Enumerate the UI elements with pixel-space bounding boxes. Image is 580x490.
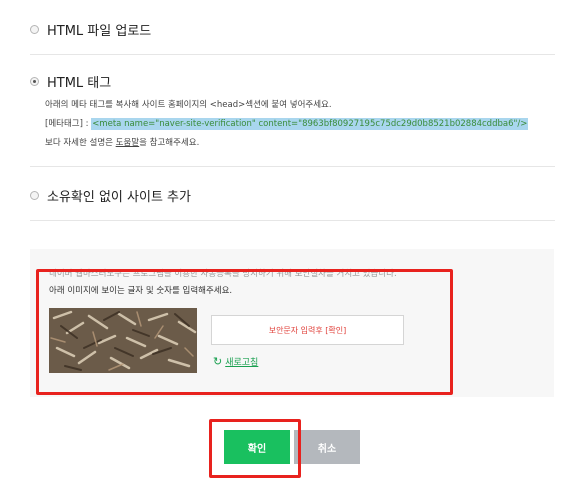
cancel-button[interactable]: 취소 [294, 430, 360, 464]
meta-tag-line: [메타태그] : <meta name="naver-site-verifica… [45, 117, 529, 130]
divider [30, 166, 555, 167]
radio-html-file-upload[interactable] [30, 25, 39, 34]
option-html-tag-label: HTML 태그 [47, 76, 112, 91]
divider [30, 54, 555, 55]
meta-tag-label: [메타태그] : [45, 119, 92, 129]
radio-html-tag[interactable] [30, 77, 39, 86]
option-add-without-ownership[interactable]: 소유확인 없이 사이트 추가 [30, 186, 191, 205]
help-text: 보다 자세한 설명은 도움말을 참고해주세요. [45, 136, 199, 148]
option-html-tag[interactable]: HTML 태그 [30, 72, 111, 91]
divider [30, 220, 555, 221]
option-html-file-upload[interactable]: HTML 파일 업로드 [30, 20, 151, 39]
radio-add-without-ownership[interactable] [30, 191, 39, 200]
option-add-without-ownership-label: 소유확인 없이 사이트 추가 [47, 190, 191, 205]
help-suffix: 을 참고해주세요. [139, 138, 200, 148]
meta-tag-value[interactable]: <meta name="naver-site-verification" con… [91, 118, 529, 130]
highlight-box-confirm [209, 419, 301, 478]
highlight-box-captcha [36, 269, 453, 395]
option-html-file-upload-label: HTML 파일 업로드 [47, 24, 152, 39]
help-link[interactable]: 도움말 [116, 138, 139, 148]
help-prefix: 보다 자세한 설명은 [45, 138, 116, 148]
meta-instruction: 아래의 메타 태그를 복사해 사이트 홈페이지의 <head>섹션에 붙여 넣어… [45, 100, 332, 110]
